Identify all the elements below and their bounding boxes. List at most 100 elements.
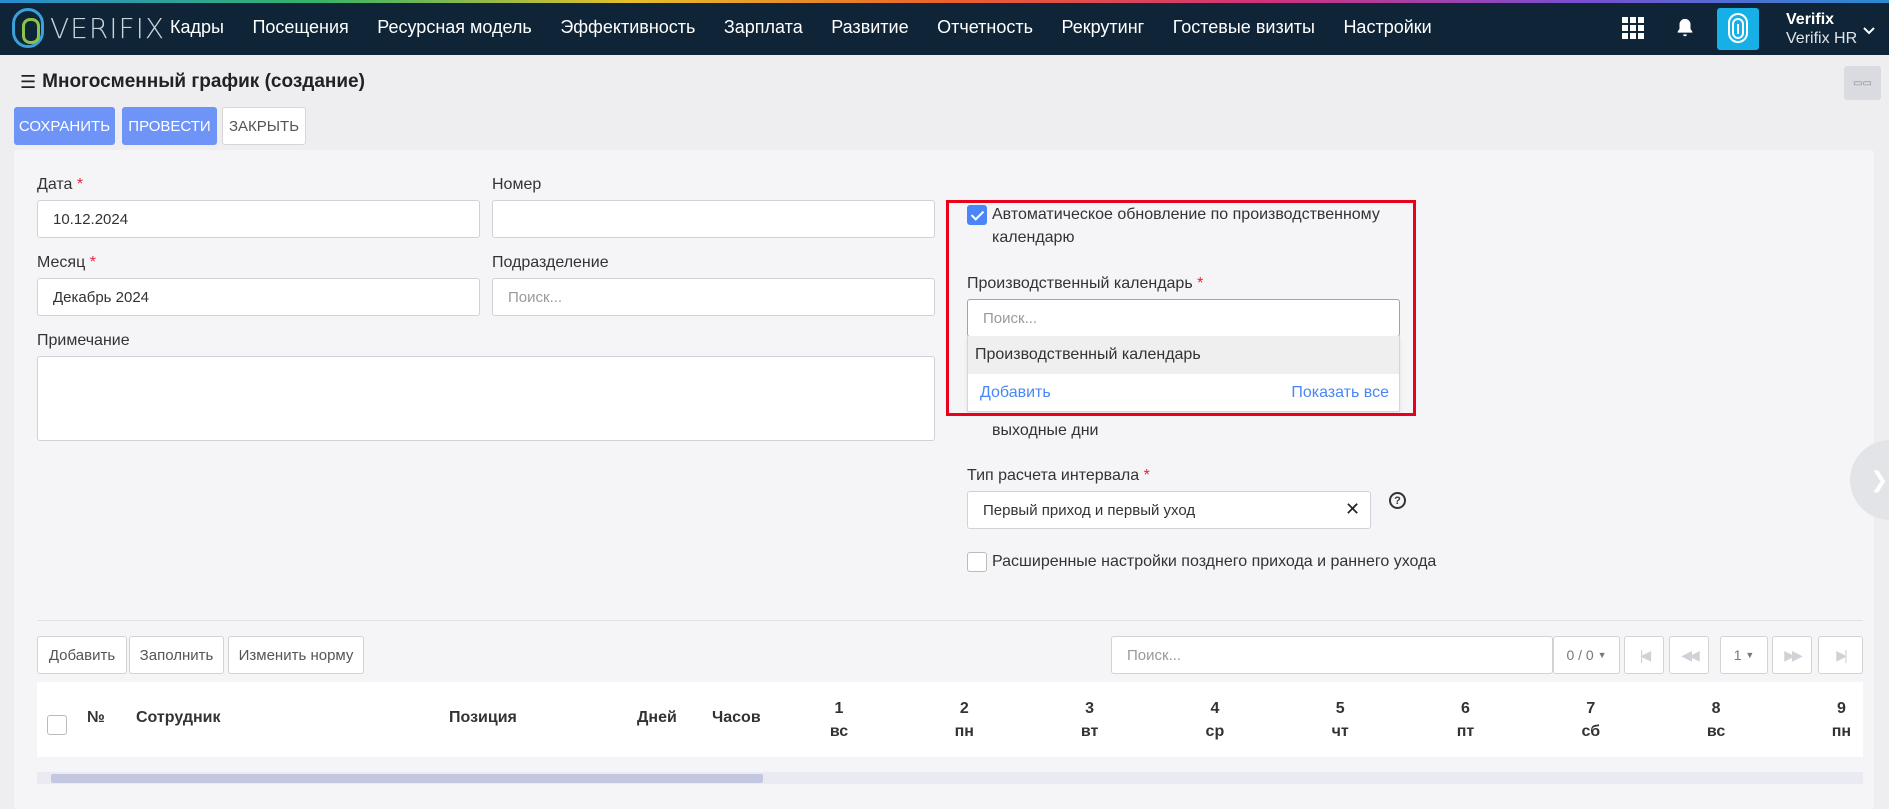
nav-item-hr[interactable]: Кадры [170, 17, 224, 38]
divider [37, 620, 1863, 621]
record-count-select[interactable]: 0 / 0 ▼ [1553, 636, 1620, 674]
avatar[interactable] [1717, 8, 1759, 50]
calendar-option[interactable]: Производственный календарь [968, 336, 1399, 374]
post-button[interactable]: ПРОВЕСТИ [122, 107, 217, 145]
next-page-icon[interactable]: ▶▶ [1772, 636, 1812, 674]
day-column-header: 7 сб [1571, 697, 1611, 743]
date-label: Дата * [37, 176, 84, 193]
calendar-dropdown: Производственный календарь Добавить Пока… [967, 336, 1400, 412]
apps-grid-icon[interactable] [1622, 0, 1646, 55]
logo-text: VERIFIX [50, 11, 166, 45]
nav-item-settings[interactable]: Настройки [1343, 17, 1431, 38]
user-org: Verifix HR [1786, 30, 1858, 47]
dropdown-show-all-link[interactable]: Показать все [1291, 384, 1389, 402]
day-number: 6 [1461, 700, 1470, 717]
col-position[interactable]: Позиция [449, 709, 517, 727]
auto-update-label: Автоматическое обновление по производств… [992, 206, 1380, 246]
dropdown-footer: Добавить Показать все [968, 374, 1399, 412]
month-label: Месяц * [37, 254, 96, 271]
last-page-icon[interactable]: ▶| [1818, 636, 1863, 674]
dropdown-add-link[interactable]: Добавить [980, 384, 1051, 402]
calendar-label: Производственный календарь * [967, 275, 1204, 292]
day-weekday: вс [829, 723, 849, 740]
nav-item-development[interactable]: Развитие [831, 17, 908, 38]
day-column-header: 8 вс [1696, 697, 1736, 743]
col-employee[interactable]: Сотрудник [136, 709, 221, 727]
table-fill-button[interactable]: Заполнить [129, 636, 224, 674]
day-weekday: пт [1456, 723, 1475, 740]
day-weekday: вс [1706, 723, 1726, 740]
layout-toggle-icon[interactable]: ▭▭ [1844, 66, 1881, 100]
save-button[interactable]: СОХРАНИТЬ [14, 107, 115, 145]
auto-update-checkbox[interactable] [967, 205, 987, 225]
day-weekday: чт [1331, 723, 1349, 740]
col-num: № [87, 709, 105, 726]
nav-item-reports[interactable]: Отчетность [937, 17, 1033, 38]
day-number: 1 [834, 700, 844, 717]
day-column-header: 2 пн [944, 697, 984, 743]
note-label: Примечание [37, 332, 130, 349]
day-column-header: 5 чт [1320, 697, 1360, 743]
day-column-header: 4 ср [1195, 697, 1235, 743]
note-textarea[interactable] [37, 356, 935, 441]
close-button[interactable]: ЗАКРЫТЬ [222, 107, 306, 145]
page-select[interactable]: 1 ▼ [1720, 636, 1768, 674]
number-field[interactable] [492, 200, 935, 238]
day-weekday: пн [954, 723, 974, 740]
day-weekday: пн [1831, 723, 1852, 740]
col-hours[interactable]: Часов [712, 709, 761, 727]
nav-item-recruiting[interactable]: Рекрутинг [1061, 17, 1144, 38]
main-nav: Кадры Посещения Ресурсная модель Эффекти… [170, 0, 1460, 55]
interval-select[interactable]: Первый приход и первый уход [967, 491, 1371, 529]
date-field[interactable]: 10.12.2024 [37, 200, 480, 238]
scrollbar-thumb[interactable] [51, 774, 763, 783]
table-search-input[interactable]: Поиск... [1111, 636, 1553, 674]
day-number: 4 [1210, 700, 1220, 717]
first-page-icon[interactable]: |◀ [1624, 636, 1664, 674]
advanced-settings-label: Расширенные настройки позднего прихода и… [992, 553, 1437, 570]
day-number: 2 [959, 700, 969, 717]
logo[interactable]: VERIFIX [12, 8, 165, 48]
day-number: 5 [1335, 700, 1345, 717]
top-navbar: VERIFIX Кадры Посещения Ресурсная модель… [0, 0, 1889, 55]
advanced-settings-checkbox[interactable] [967, 552, 987, 572]
day-number: 3 [1085, 700, 1095, 717]
nav-item-efficiency[interactable]: Эффективность [560, 17, 695, 38]
division-search-input[interactable]: Поиск... [492, 278, 935, 316]
clear-icon[interactable]: ✕ [1345, 499, 1360, 520]
menu-icon[interactable]: ☰ [20, 72, 36, 93]
nav-item-attendance[interactable]: Посещения [252, 17, 348, 38]
user-name: Verifix [1786, 11, 1835, 28]
day-weekday: вт [1080, 723, 1099, 740]
page-title: Многосменный график (создание) [42, 71, 365, 92]
month-field[interactable]: Декабрь 2024 [37, 278, 480, 316]
nav-item-salary[interactable]: Зарплата [724, 17, 803, 38]
day-weekday: ср [1205, 723, 1225, 740]
chevron-right-icon: ❯ [1870, 467, 1889, 492]
weekend-checkbox-label: выходные дни [992, 422, 1099, 439]
horizontal-scrollbar[interactable] [37, 772, 1863, 784]
fingerprint-logo-icon [12, 8, 44, 48]
nav-item-resource-model[interactable]: Ресурсная модель [377, 17, 532, 38]
table-add-button[interactable]: Добавить [37, 636, 127, 674]
chevron-down-icon[interactable] [1862, 24, 1876, 38]
prev-page-icon[interactable]: ◀◀ [1669, 636, 1709, 674]
day-weekday: сб [1581, 723, 1601, 740]
bell-icon[interactable] [1674, 0, 1696, 55]
day-column-header: 3 вт [1070, 697, 1110, 743]
col-days[interactable]: Дней [637, 709, 677, 727]
nav-item-guest-visits[interactable]: Гостевые визиты [1173, 17, 1315, 38]
user-info[interactable]: Verifix Verifix HR [1786, 10, 1857, 48]
interval-label: Тип расчета интервала * [967, 467, 1150, 484]
day-number: 7 [1586, 700, 1596, 717]
help-icon[interactable]: ? [1389, 492, 1406, 509]
change-norm-button[interactable]: Изменить норму [228, 636, 364, 674]
calendar-search-input[interactable]: Поиск... [967, 299, 1400, 337]
fingerprint-icon [1728, 13, 1748, 43]
day-column-header: 6 пт [1446, 697, 1486, 743]
select-all-checkbox[interactable] [47, 715, 67, 735]
day-number: 9 [1836, 700, 1846, 717]
division-label: Подразделение [492, 254, 609, 271]
day-column-header: 9 пн [1821, 697, 1861, 743]
day-column-header: 1 вс [819, 697, 859, 743]
